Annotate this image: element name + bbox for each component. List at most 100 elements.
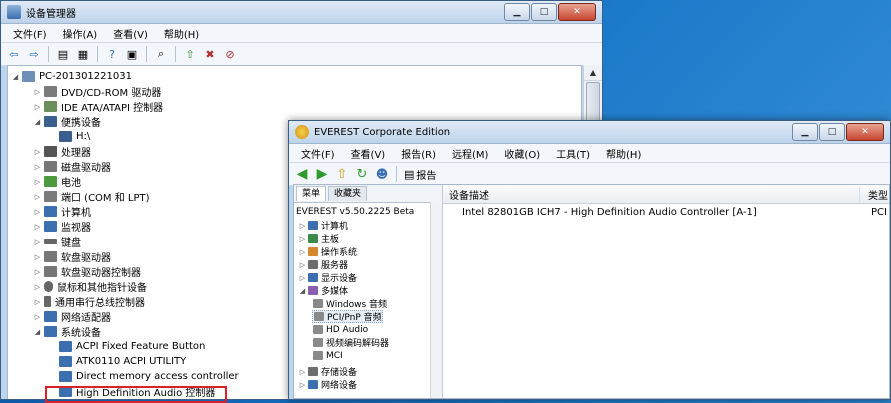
expand-icon[interactable]: ▷ bbox=[298, 235, 307, 243]
expand-icon[interactable]: ▷ bbox=[33, 298, 42, 306]
menu-report[interactable]: 报告(R) bbox=[393, 146, 444, 161]
minimize-button[interactable]: ▁ bbox=[792, 123, 818, 141]
nav-item[interactable]: ▷ 主板 bbox=[298, 232, 339, 245]
back-button[interactable]: ◀ bbox=[293, 165, 311, 183]
scroll-up-icon[interactable]: ▲ bbox=[584, 65, 602, 81]
nav-item[interactable]: HD Audio bbox=[312, 323, 368, 336]
tree-item[interactable]: ▷ 键盘 bbox=[33, 234, 81, 250]
expand-icon[interactable]: ▷ bbox=[33, 268, 42, 276]
expand-icon[interactable]: ▷ bbox=[33, 313, 42, 321]
tree-item[interactable]: ▷ DVD/CD-ROM 驱动器 bbox=[33, 84, 161, 99]
tree-item[interactable]: ▷ 软盘驱动器控制器 bbox=[33, 264, 141, 279]
nav-root[interactable]: EVEREST v5.50.2225 Beta bbox=[296, 205, 414, 218]
nav-item[interactable]: ▷ 显示设备 bbox=[298, 271, 357, 284]
menu-action[interactable]: 操作(A) bbox=[55, 26, 106, 41]
users-button[interactable]: ☻ bbox=[373, 165, 391, 183]
tree-root[interactable]: ◢ PC-201301221031 bbox=[11, 69, 132, 84]
nav-item[interactable]: 视频编码解码器 bbox=[312, 336, 389, 349]
tree-item[interactable]: ▷ 磁盘驱动器 bbox=[33, 159, 111, 174]
expand-icon[interactable]: ▷ bbox=[33, 223, 42, 231]
menu-remote[interactable]: 远程(M) bbox=[444, 146, 496, 161]
computer-button[interactable]: ▤ bbox=[54, 45, 72, 63]
titlebar[interactable]: 设备管理器 ▁ □ ✕ bbox=[1, 1, 602, 24]
properties-button-2[interactable]: ▣ bbox=[123, 45, 141, 63]
scan-button[interactable]: ⌕ bbox=[152, 45, 170, 63]
update-driver-button[interactable]: ⇧ bbox=[181, 45, 199, 63]
tab-favorites[interactable]: 收藏夹 bbox=[328, 186, 368, 201]
menu-help[interactable]: 帮助(H) bbox=[156, 26, 207, 41]
tree-item[interactable]: ▷ 计算机 bbox=[33, 204, 91, 219]
uninstall-button[interactable]: ⊘ bbox=[221, 45, 239, 63]
nav-item[interactable]: ▷ 计算机 bbox=[298, 219, 348, 232]
nav-item[interactable]: ▷ 服务器 bbox=[298, 258, 348, 271]
nav-scrollbar[interactable] bbox=[430, 202, 442, 398]
expand-icon[interactable]: ▷ bbox=[33, 253, 42, 261]
expand-icon[interactable]: ▷ bbox=[33, 163, 42, 171]
tree-item[interactable]: Direct memory access controller bbox=[48, 369, 239, 384]
expand-icon[interactable]: ▷ bbox=[33, 208, 42, 216]
nav-item-pci-pnp-audio[interactable]: PCI/PnP 音频 bbox=[312, 310, 383, 323]
expand-icon[interactable]: ▷ bbox=[33, 103, 42, 111]
expand-icon[interactable]: ▷ bbox=[298, 274, 307, 282]
menu-file[interactable]: 文件(F) bbox=[293, 146, 343, 161]
close-button[interactable]: ✕ bbox=[846, 123, 884, 141]
refresh-button[interactable]: ↻ bbox=[353, 165, 371, 183]
menu-file[interactable]: 文件(F) bbox=[5, 26, 55, 41]
report-button[interactable]: ▤ 报告 bbox=[402, 165, 438, 183]
forward-button[interactable]: ▶ bbox=[313, 165, 331, 183]
help-button[interactable]: ? bbox=[103, 45, 121, 63]
tree-item[interactable]: ▷ 软盘驱动器 bbox=[33, 249, 111, 264]
menu-view[interactable]: 查看(V) bbox=[343, 146, 394, 161]
tree-item[interactable]: ▷ 端口 (COM 和 LPT) bbox=[33, 189, 150, 204]
tree-item[interactable]: ◢ 系统设备 bbox=[33, 324, 101, 339]
nav-item[interactable]: ▷ 存储设备 bbox=[298, 365, 357, 378]
back-button[interactable]: ⇦ bbox=[5, 45, 23, 63]
close-button[interactable]: ✕ bbox=[558, 3, 596, 21]
column-device-description[interactable]: 设备描述 bbox=[443, 186, 860, 202]
maximize-button[interactable]: □ bbox=[531, 3, 557, 21]
collapse-icon[interactable]: ◢ bbox=[33, 328, 42, 336]
expand-icon[interactable]: ▷ bbox=[298, 381, 307, 389]
nav-item[interactable]: Windows 音频 bbox=[312, 297, 387, 310]
expand-icon[interactable]: ▷ bbox=[298, 368, 307, 376]
properties-button[interactable]: ▦ bbox=[74, 45, 92, 63]
expand-icon[interactable]: ▷ bbox=[298, 261, 307, 269]
nav-item[interactable]: ▷ 操作系统 bbox=[298, 245, 357, 258]
tree-item[interactable]: ACPI Fixed Feature Button bbox=[48, 339, 205, 354]
tree-item[interactable]: H:\ bbox=[48, 129, 90, 144]
tab-menu[interactable]: 菜单 bbox=[296, 186, 327, 201]
expand-icon[interactable]: ▷ bbox=[33, 283, 42, 291]
tree-item[interactable]: ▷ 监视器 bbox=[33, 219, 91, 234]
tree-item[interactable]: ▷ 处理器 bbox=[33, 144, 91, 159]
nav-item[interactable]: ◢ 多媒体 bbox=[298, 284, 348, 297]
tree-item[interactable]: ◢ 便携设备 bbox=[33, 114, 101, 129]
up-button[interactable]: ⇧ bbox=[333, 165, 351, 183]
menu-help[interactable]: 帮助(H) bbox=[598, 146, 649, 161]
minimize-button[interactable]: ▁ bbox=[504, 3, 530, 21]
tree-item[interactable]: ▷ 网络适配器 bbox=[33, 309, 111, 324]
expand-icon[interactable]: ▷ bbox=[298, 222, 307, 230]
expand-icon[interactable]: ▷ bbox=[33, 88, 42, 96]
collapse-icon[interactable]: ◢ bbox=[33, 118, 42, 126]
expand-icon[interactable]: ▷ bbox=[298, 248, 307, 256]
menu-favorites[interactable]: 收藏(O) bbox=[496, 146, 548, 161]
tree-item[interactable]: ▷ IDE ATA/ATAPI 控制器 bbox=[33, 99, 163, 114]
column-type[interactable]: 类型 bbox=[860, 187, 888, 202]
disable-button[interactable]: ✖ bbox=[201, 45, 219, 63]
expand-icon[interactable]: ▷ bbox=[33, 238, 42, 246]
tree-item[interactable]: ▷ 电池 bbox=[33, 174, 81, 189]
menu-tools[interactable]: 工具(T) bbox=[548, 146, 598, 161]
expand-icon[interactable]: ▷ bbox=[33, 148, 42, 156]
tree-item[interactable]: ATK0110 ACPI UTILITY bbox=[48, 354, 186, 369]
maximize-button[interactable]: □ bbox=[819, 123, 845, 141]
tree-item[interactable]: ▷ 鼠标和其他指针设备 bbox=[33, 279, 147, 294]
collapse-icon[interactable]: ◢ bbox=[298, 287, 307, 295]
menu-view[interactable]: 查看(V) bbox=[105, 26, 156, 41]
titlebar[interactable]: EVEREST Corporate Edition ▁ □ ✕ bbox=[289, 121, 890, 144]
collapse-icon[interactable]: ◢ bbox=[11, 73, 20, 81]
tree-item[interactable]: ▷ 通用串行总线控制器 bbox=[33, 294, 145, 309]
expand-icon[interactable]: ▷ bbox=[33, 193, 42, 201]
nav-item[interactable]: ▷ 网络设备 bbox=[298, 378, 357, 391]
forward-button[interactable]: ⇨ bbox=[25, 45, 43, 63]
expand-icon[interactable]: ▷ bbox=[33, 178, 42, 186]
